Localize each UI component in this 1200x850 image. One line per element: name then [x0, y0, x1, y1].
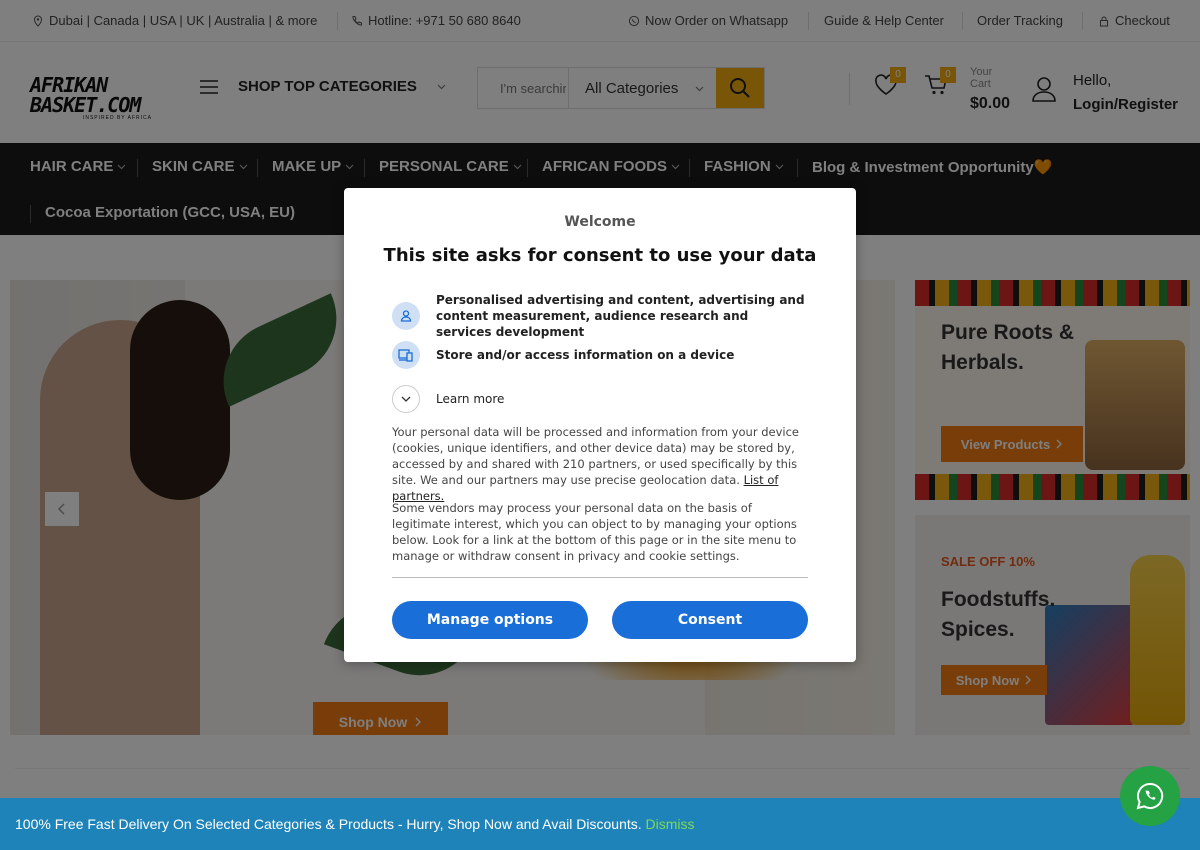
learn-more-label: Learn more: [436, 392, 505, 406]
divider: [392, 577, 808, 578]
paragraph1-text: Your personal data will be processed and…: [392, 425, 800, 487]
purpose-device-storage: Store and/or access information on a dev…: [392, 341, 806, 369]
dialog-welcome: Welcome: [564, 214, 636, 230]
chevron-down-icon: [392, 385, 420, 413]
learn-more-toggle[interactable]: Learn more: [392, 385, 806, 413]
manage-options-button[interactable]: Manage options: [392, 601, 588, 639]
devices-icon: [392, 341, 420, 369]
whatsapp-icon: [1136, 782, 1164, 810]
whatsapp-chat-button[interactable]: [1120, 766, 1180, 826]
banner-content: 100% Free Fast Delivery On Selected Cate…: [15, 816, 695, 832]
dialog-headline: This site asks for consent to use your d…: [383, 245, 817, 266]
consent-dialog: Welcome This site asks for consent to us…: [344, 188, 856, 662]
purpose-personalised-ads: Personalised advertising and content, ad…: [392, 292, 806, 340]
purpose1-text: Personalised advertising and content, ad…: [436, 293, 805, 339]
consent-paragraph-2: Some vendors may process your personal d…: [392, 501, 797, 563]
consent-paragraph-1: Your personal data will be processed and…: [392, 424, 810, 504]
free-delivery-banner: 100% Free Fast Delivery On Selected Cate…: [0, 798, 1200, 850]
consent-button[interactable]: Consent: [612, 601, 808, 639]
purpose2-text: Store and/or access information on a dev…: [436, 348, 735, 362]
person-icon: [392, 302, 420, 330]
banner-text: 100% Free Fast Delivery On Selected Cate…: [15, 816, 642, 832]
dismiss-link[interactable]: Dismiss: [646, 816, 695, 832]
